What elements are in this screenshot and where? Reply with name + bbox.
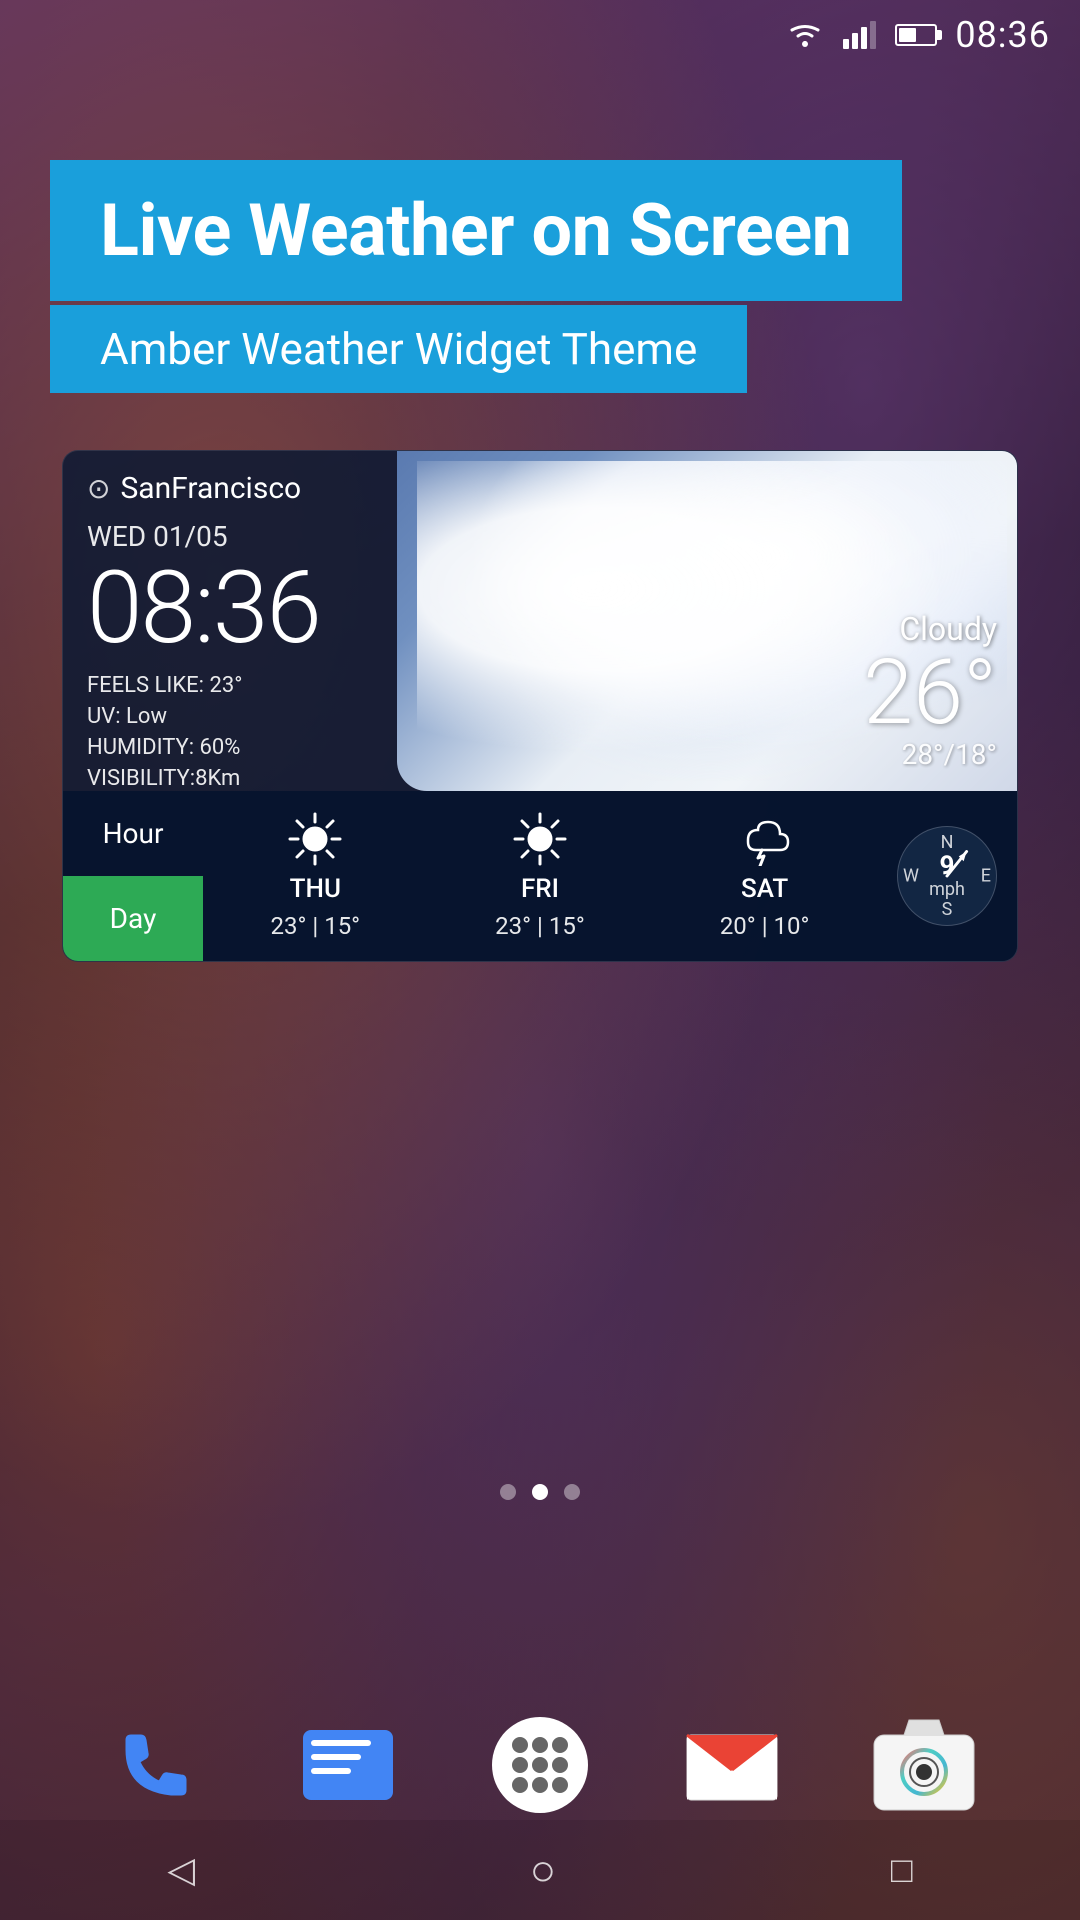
compass-circle: N S E W 9 mph (897, 826, 997, 926)
compass-center: 9 mph (929, 853, 965, 900)
wifi-icon (785, 21, 825, 49)
location-name: SanFrancisco (120, 471, 301, 506)
feels-like: FEELS LIKE: 23° (87, 673, 242, 698)
battery-icon (895, 24, 937, 46)
page-indicator (500, 1484, 580, 1500)
wind-compass: N S E W 9 mph (877, 791, 1017, 961)
wind-unit: mph (929, 879, 965, 900)
forecast-days: THU 23° | 15° FRI 23° | 15° (203, 791, 877, 961)
recent-button[interactable]: □ (861, 1839, 943, 1901)
thu-name: THU (290, 874, 341, 904)
gmail-app-icon[interactable] (677, 1710, 787, 1820)
widget-date: WED 01/05 (87, 520, 425, 553)
camera-app-icon[interactable] (869, 1710, 979, 1820)
widget-right-panel: Cloudy 26° 28°/18° (863, 610, 997, 771)
weather-stats: FEELS LIKE: 23° UV: Low HUMIDITY: 60% VI… (87, 673, 425, 791)
promo-subtitle-box: Amber Weather Widget Theme (50, 305, 747, 393)
signal-icon (843, 21, 877, 49)
forecast-sat: SAT 20° | 10° (720, 812, 810, 940)
forecast-tabs[interactable]: Hour Day (63, 791, 203, 961)
nav-bar: ◁ ○ □ (0, 1820, 1080, 1920)
fri-name: FRI (521, 874, 559, 904)
sat-name: SAT (741, 874, 788, 904)
widget-top: ⊙ SanFrancisco WED 01/05 08:36 FEELS LIK… (63, 451, 1017, 791)
uv-index: UV: Low (87, 704, 167, 729)
stat-row-vis: VISIBILITY:8Km (87, 766, 425, 791)
fri-sun-icon (513, 812, 567, 866)
widget-bottom: Hour Day THU (63, 791, 1017, 961)
promo-subtitle: Amber Weather Widget Theme (100, 323, 697, 375)
widget-left-panel: ⊙ SanFrancisco WED 01/05 08:36 FEELS LIK… (63, 451, 445, 791)
wind-speed: 9 (929, 853, 965, 879)
weather-range: 28°/18° (863, 738, 997, 771)
promo-title: Live Weather on Screen (100, 188, 852, 273)
weather-temp: 26° (863, 648, 997, 738)
location-icon: ⊙ (87, 472, 110, 505)
tab-hour[interactable]: Hour (63, 791, 203, 876)
widget-time: 08:36 (87, 559, 425, 659)
humidity: HUMIDITY: 60% (87, 735, 240, 760)
apps-launcher-icon[interactable] (485, 1710, 595, 1820)
visibility: VISIBILITY:8Km (87, 766, 240, 791)
promo-title-box: Live Weather on Screen (50, 160, 902, 301)
back-button[interactable]: ◁ (137, 1839, 225, 1901)
thu-sun-icon (288, 812, 342, 866)
status-time: 08:36 (955, 14, 1050, 56)
dot-2 (532, 1484, 548, 1500)
dot-1 (500, 1484, 516, 1500)
stat-row-uv: UV: Low (87, 704, 425, 729)
forecast-fri: FRI 23° | 15° (495, 812, 585, 940)
sat-temps: 20° | 10° (720, 912, 810, 940)
status-bar: 08:36 (0, 0, 1080, 70)
thu-temps: 23° | 15° (271, 912, 361, 940)
promo-banner: Live Weather on Screen Amber Weather Wid… (50, 160, 902, 393)
tab-day[interactable]: Day (63, 876, 203, 961)
location-row: ⊙ SanFrancisco (87, 471, 425, 506)
dot-3 (564, 1484, 580, 1500)
forecast-thu: THU 23° | 15° (271, 812, 361, 940)
status-icons: 08:36 (785, 14, 1050, 56)
home-button[interactable]: ○ (500, 1834, 587, 1906)
stat-row-2: HUMIDITY: 60% (87, 735, 425, 760)
dock (0, 1710, 1080, 1820)
weather-widget[interactable]: ⊙ SanFrancisco WED 01/05 08:36 FEELS LIK… (62, 450, 1018, 962)
sat-storm-icon (738, 812, 792, 866)
messages-app-icon[interactable] (293, 1710, 403, 1820)
stat-row-1: FEELS LIKE: 23° (87, 673, 425, 698)
phone-app-icon[interactable] (101, 1710, 211, 1820)
fri-temps: 23° | 15° (495, 912, 585, 940)
